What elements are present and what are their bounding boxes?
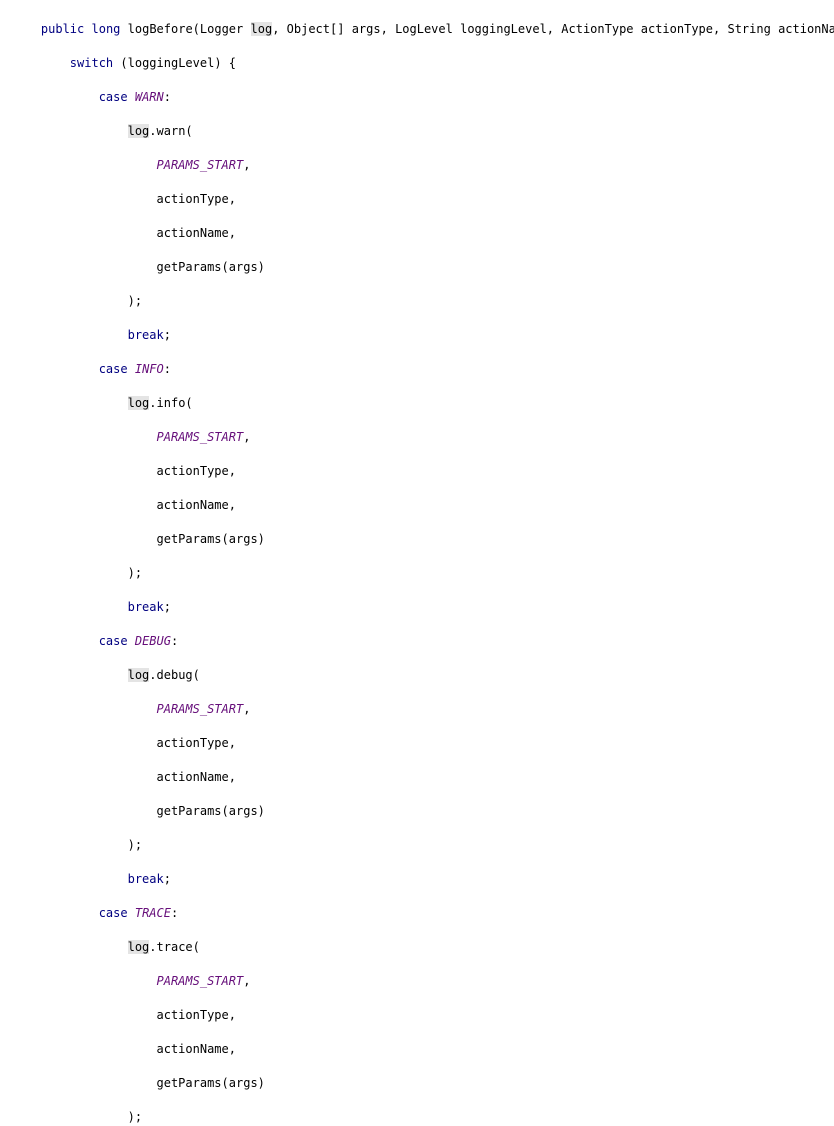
- code-line: );: [12, 565, 834, 582]
- code-line: PARAMS_START,: [12, 701, 834, 718]
- const-params-start: PARAMS_START: [157, 430, 244, 444]
- code-line: log.trace(: [12, 939, 834, 956]
- keyword-long: long: [92, 22, 121, 36]
- param-type: String: [727, 22, 770, 36]
- code-line: getParams(args): [12, 531, 834, 548]
- log-method: debug: [157, 668, 193, 682]
- code-line: actionType,: [12, 463, 834, 480]
- code-line: case INFO:: [12, 361, 834, 378]
- keyword-switch: switch: [70, 56, 113, 70]
- code-line: break;: [12, 871, 834, 888]
- args-var: args: [229, 260, 258, 274]
- code-line: break;: [12, 599, 834, 616]
- call-getparams: getParams: [157, 804, 222, 818]
- call-getparams: getParams: [157, 532, 222, 546]
- code-line: PARAMS_START,: [12, 429, 834, 446]
- method-name: logBefore: [128, 22, 193, 36]
- const-params-start: PARAMS_START: [157, 974, 244, 988]
- code-line: PARAMS_START,: [12, 157, 834, 174]
- arg-actiontype: actionType: [157, 1008, 229, 1022]
- param-type: Logger: [200, 22, 243, 36]
- keyword-break: break: [128, 600, 164, 614]
- keyword-case: case: [99, 362, 128, 376]
- log-method: warn: [157, 124, 186, 138]
- const-params-start: PARAMS_START: [157, 702, 244, 716]
- log-var: log: [128, 940, 150, 954]
- code-line: public long logBefore(Logger log, Object…: [12, 21, 834, 38]
- code-line: case WARN:: [12, 89, 834, 106]
- enum-info: INFO: [135, 362, 164, 376]
- code-line: break;: [12, 327, 834, 344]
- keyword-break: break: [128, 328, 164, 342]
- code-line: case TRACE:: [12, 905, 834, 922]
- keyword-case: case: [99, 634, 128, 648]
- args-var: args: [229, 1076, 258, 1090]
- param-name: loggingLevel: [460, 22, 547, 36]
- enum-trace: TRACE: [135, 906, 171, 920]
- args-var: args: [229, 532, 258, 546]
- keyword-break: break: [128, 872, 164, 886]
- switch-var: loggingLevel: [128, 56, 215, 70]
- param-name: log: [251, 22, 273, 36]
- log-method: trace: [157, 940, 193, 954]
- code-line: switch (loggingLevel) {: [12, 55, 834, 72]
- code-line: log.info(: [12, 395, 834, 412]
- call-getparams: getParams: [157, 1076, 222, 1090]
- arg-actionname: actionName: [157, 498, 229, 512]
- args-var: args: [229, 804, 258, 818]
- code-line: actionName,: [12, 769, 834, 786]
- call-getparams: getParams: [157, 260, 222, 274]
- code-editor[interactable]: public long logBefore(Logger log, Object…: [0, 0, 834, 1126]
- log-var: log: [128, 668, 150, 682]
- keyword-case: case: [99, 906, 128, 920]
- keyword-case: case: [99, 90, 128, 104]
- code-line: actionType,: [12, 1007, 834, 1024]
- keyword-public: public: [41, 22, 84, 36]
- enum-debug: DEBUG: [135, 634, 171, 648]
- param-name: actionName: [778, 22, 834, 36]
- param-name: actionType: [641, 22, 713, 36]
- code-line: log.warn(: [12, 123, 834, 140]
- code-line: getParams(args): [12, 1075, 834, 1092]
- arg-actionname: actionName: [157, 226, 229, 240]
- arg-actionname: actionName: [157, 770, 229, 784]
- const-params-start: PARAMS_START: [157, 158, 244, 172]
- code-line: );: [12, 1109, 834, 1126]
- enum-warn: WARN: [135, 90, 164, 104]
- param-type: Object[]: [287, 22, 345, 36]
- arg-actiontype: actionType: [157, 736, 229, 750]
- param-name: args: [352, 22, 381, 36]
- code-line: actionName,: [12, 1041, 834, 1058]
- code-line: getParams(args): [12, 259, 834, 276]
- log-method: info: [157, 396, 186, 410]
- arg-actionname: actionName: [157, 1042, 229, 1056]
- code-line: actionType,: [12, 735, 834, 752]
- code-line: );: [12, 837, 834, 854]
- arg-actiontype: actionType: [157, 464, 229, 478]
- param-type: ActionType: [561, 22, 633, 36]
- code-line: actionType,: [12, 191, 834, 208]
- code-line: log.debug(: [12, 667, 834, 684]
- log-var: log: [128, 124, 150, 138]
- param-type: LogLevel: [395, 22, 453, 36]
- code-line: actionName,: [12, 225, 834, 242]
- code-line: PARAMS_START,: [12, 973, 834, 990]
- code-line: getParams(args): [12, 803, 834, 820]
- log-var: log: [128, 396, 150, 410]
- code-line: actionName,: [12, 497, 834, 514]
- code-line: );: [12, 293, 834, 310]
- code-line: case DEBUG:: [12, 633, 834, 650]
- arg-actiontype: actionType: [157, 192, 229, 206]
